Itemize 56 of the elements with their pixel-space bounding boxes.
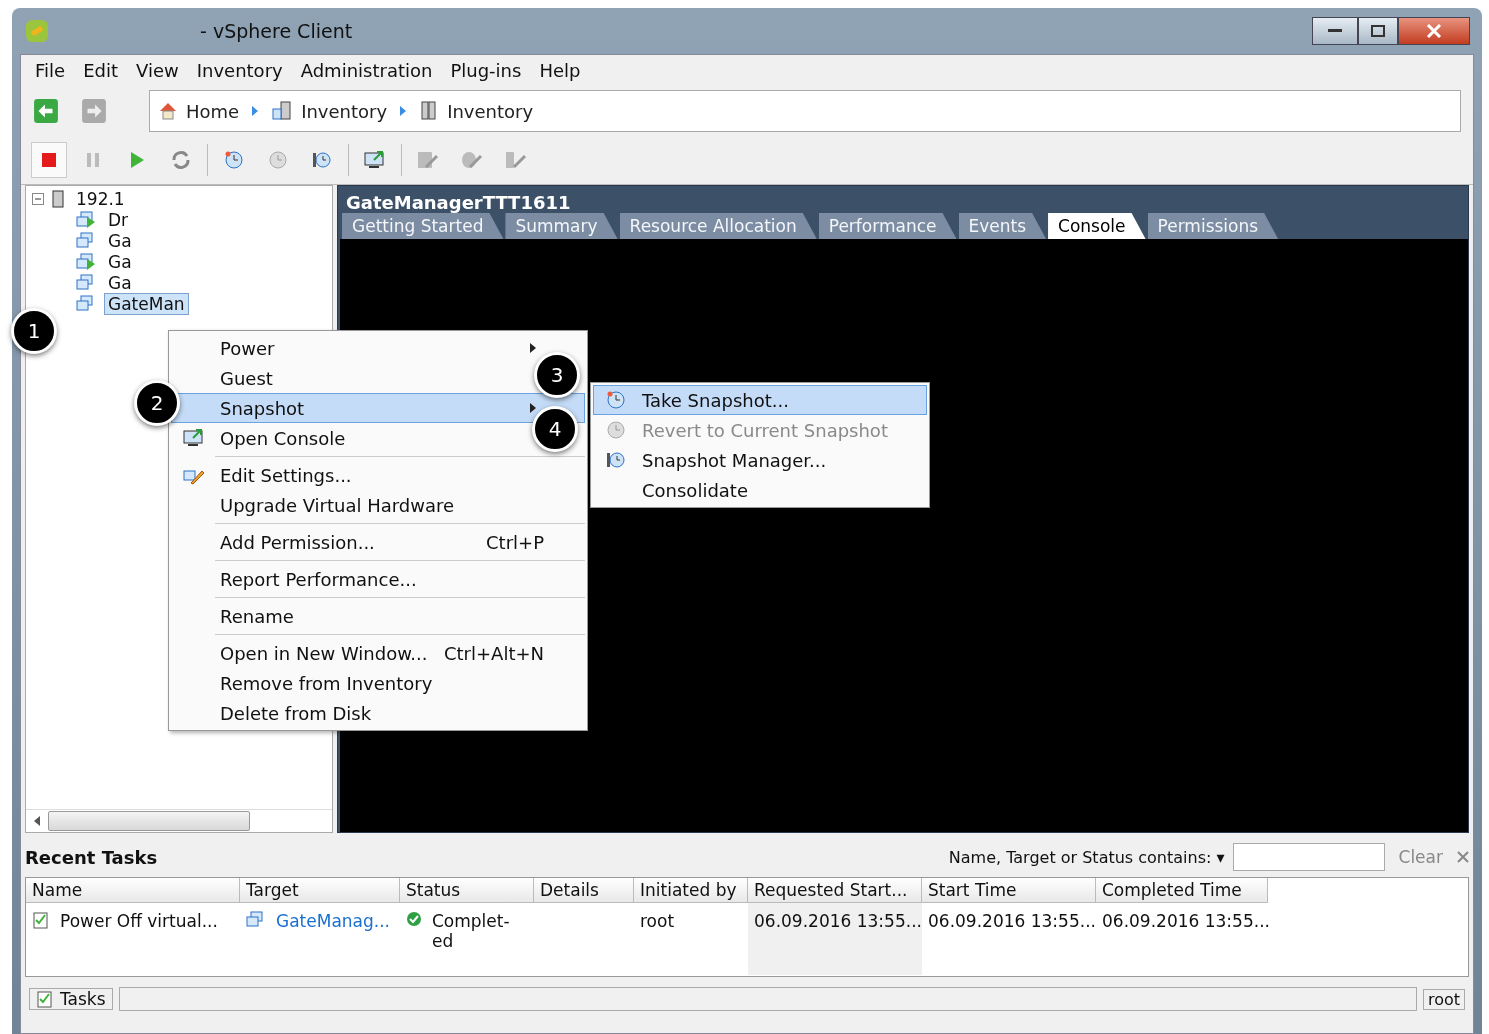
table-cell: 06.09.2016 13:55... bbox=[1102, 911, 1270, 931]
column-header[interactable]: Name bbox=[26, 878, 240, 903]
column-header[interactable]: Initiated by bbox=[634, 878, 748, 903]
breadcrumb-item[interactable]: Home bbox=[158, 100, 240, 122]
menu-item[interactable]: Take Snapshot... bbox=[593, 385, 927, 415]
tree-item[interactable]: Ga bbox=[104, 229, 136, 252]
menu-item[interactable]: Rename bbox=[216, 605, 294, 627]
table-cell: root bbox=[640, 911, 675, 931]
menu-item[interactable]: Open Console bbox=[216, 427, 346, 449]
menu-item[interactable]: Administration bbox=[300, 60, 433, 81]
breadcrumb-item[interactable]: Inventory bbox=[419, 100, 534, 122]
menu-item[interactable]: Snapshot Manager... bbox=[593, 445, 927, 475]
menu-item[interactable]: Help bbox=[539, 60, 581, 81]
tree-item[interactable]: GateMan bbox=[104, 292, 189, 315]
tree-item[interactable]: Ga bbox=[104, 250, 136, 273]
table-cell: 06.09.2016 13:55... bbox=[928, 911, 1096, 931]
breadcrumb-item[interactable]: Inventory bbox=[271, 100, 388, 122]
tree-item[interactable]: Ga bbox=[104, 271, 136, 294]
target-link[interactable]: GateManag... bbox=[276, 911, 390, 931]
step-marker: 1 bbox=[11, 308, 57, 354]
column-header[interactable]: Start Time bbox=[922, 878, 1096, 903]
menu-item[interactable]: Remove from Inventory bbox=[216, 672, 433, 694]
window-title: - vSphere Client bbox=[200, 20, 353, 42]
menu-item[interactable]: Upgrade Virtual Hardware bbox=[216, 494, 455, 516]
tab[interactable]: Console bbox=[1048, 213, 1146, 239]
column-header[interactable]: Completed Time bbox=[1096, 878, 1268, 903]
panel-title: GateManagerTTT1611 bbox=[345, 191, 572, 213]
tree-item[interactable]: Dr bbox=[104, 208, 133, 231]
menu-item[interactable]: Open in New Window... bbox=[216, 642, 428, 664]
shortcut-label: Ctrl+Alt+N bbox=[443, 642, 544, 664]
menu-item[interactable]: Add Permission... bbox=[216, 531, 375, 553]
menu-item[interactable]: Edit bbox=[83, 60, 118, 81]
table-cell: Power Off virtual... bbox=[60, 911, 218, 931]
menu-item[interactable]: Delete from Disk bbox=[216, 702, 372, 724]
column-header[interactable]: Status bbox=[400, 878, 534, 903]
menu-item[interactable]: Inventory bbox=[196, 60, 283, 81]
menu-item[interactable]: Plug-ins bbox=[450, 60, 522, 81]
tasks-button[interactable]: Tasks bbox=[29, 988, 113, 1010]
table-cell: 06.09.2016 13:55... bbox=[754, 911, 922, 931]
filter-dropdown[interactable]: Name, Target or Status contains: ▾ bbox=[948, 847, 1225, 867]
menu-item[interactable]: Power bbox=[216, 337, 275, 359]
section-title: Recent Tasks bbox=[25, 846, 158, 868]
shortcut-label: Ctrl+P bbox=[486, 531, 544, 553]
menu-item[interactable]: Consolidate bbox=[593, 475, 927, 505]
menu-item[interactable]: File bbox=[35, 60, 66, 81]
column-header[interactable]: Details bbox=[534, 878, 634, 903]
menu-item[interactable]: Report Performance... bbox=[216, 568, 417, 590]
table-cell: Complet-ed bbox=[432, 911, 510, 951]
column-header[interactable]: Requested Start... bbox=[748, 878, 922, 903]
menu-item[interactable]: Edit Settings... bbox=[216, 464, 352, 486]
status-user: root bbox=[1422, 988, 1465, 1010]
menu-item[interactable]: Snapshot bbox=[171, 393, 585, 423]
menu-item[interactable]: Guest bbox=[216, 367, 273, 389]
tree-item[interactable]: 192.1 bbox=[72, 187, 129, 210]
menu-item[interactable]: View bbox=[136, 60, 179, 81]
column-header[interactable]: Target bbox=[240, 878, 400, 903]
